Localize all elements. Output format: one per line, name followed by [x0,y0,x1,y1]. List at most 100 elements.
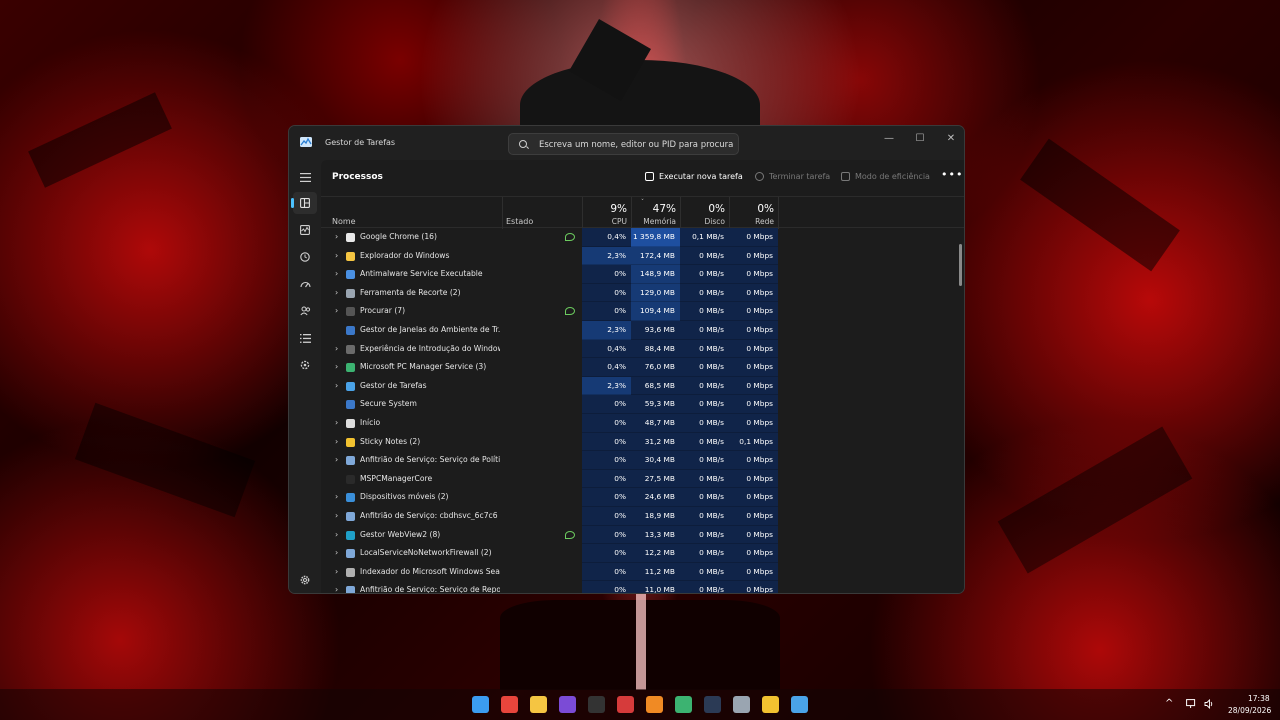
column-header-name[interactable]: Nome [332,217,356,226]
close-button[interactable]: ✕ [938,130,964,148]
show-hidden-icons-button[interactable]: ^ [1165,698,1173,709]
github-icon[interactable] [588,696,605,713]
network-icon[interactable] [1186,699,1197,709]
expand-chevron-icon[interactable]: › [335,418,343,428]
expand-chevron-icon[interactable]: › [335,381,343,391]
disk-cell: 0 MB/s [680,451,729,470]
process-row[interactable]: › Anfitrião de Serviço: Serviço de Repo..… [321,581,964,594]
network-cell: 0 Mbps [729,283,778,303]
efficiency-leaf-icon [565,233,575,241]
disk-cell: 0 MB/s [680,525,729,545]
expand-chevron-icon[interactable]: › [335,530,343,540]
run-new-task-label: Executar nova tarefa [659,172,743,181]
chrome-icon[interactable] [501,696,518,713]
process-row[interactable]: › Google Chrome (16) 0,4% 1 359,8 MB 0,1 MB/… [321,228,964,247]
process-row[interactable]: › Microsoft PC Manager Service (3) 0,4% 76,… [321,358,964,377]
process-row[interactable]: MSPCManagerCore 0% 27,5 MB 0 MB/s 0 Mbps [321,469,964,489]
nav-services[interactable] [293,354,317,376]
memory-cell: 68,5 MB [631,376,680,396]
app-purple-icon[interactable] [559,696,576,713]
efficiency-mode-button[interactable]: Modo de eficiência [841,172,930,181]
process-name: LocalServiceNoNetworkFirewall (2) [360,548,492,558]
nav-settings[interactable] [293,569,317,591]
expand-chevron-icon[interactable]: › [335,437,343,447]
terminal-icon[interactable] [704,696,721,713]
maximize-button[interactable]: ☐ [907,130,933,148]
windows-start-icon[interactable] [472,696,489,713]
app-green-icon[interactable] [675,696,692,713]
process-name: Procurar (7) [360,306,406,316]
network-cell: 0 Mbps [729,414,778,433]
expand-chevron-icon[interactable]: › [335,269,343,279]
minimize-button[interactable]: — [876,130,902,148]
clock-date[interactable]: 28/09/2026 [1228,706,1271,715]
process-row[interactable]: › Gestor WebView2 (8) 0% 13,3 MB 0 MB/s 0 Mbp… [321,525,964,545]
process-row[interactable]: › Explorador do Windows 2,3% 172,4 MB 0 MB/s… [321,246,964,266]
process-row[interactable]: › Anfitrião de Serviço: Serviço de Políti… [321,451,964,470]
wallpaper-shard [1020,138,1180,272]
file-explorer-icon[interactable] [530,696,547,713]
app-red-icon[interactable] [617,696,634,713]
more-options-button[interactable]: ••• [941,168,963,181]
expand-chevron-icon[interactable]: › [335,548,343,558]
search-input[interactable] [539,137,734,152]
network-cell: 0 Mbps [729,562,778,582]
expand-chevron-icon[interactable]: › [335,511,343,521]
process-row[interactable]: Gestor de Janelas do Ambiente de Tr... 2,… [321,321,964,340]
process-row[interactable]: › Ferramenta de Recorte (2) 0% 129,0 MB 0 MB… [321,283,964,303]
process-row[interactable]: › Antimalware Service Executable 0% 148,9 M… [321,265,964,284]
expand-chevron-icon[interactable]: › [335,567,343,577]
clock-time[interactable]: 17:38 [1248,694,1270,703]
vertical-scrollbar[interactable] [959,244,962,286]
task-manager-icon[interactable] [791,696,808,713]
nav-performance[interactable] [293,219,317,241]
process-row[interactable]: › Anfitrião de Serviço: cbdhsvc_6c7c6 0% 18… [321,507,964,526]
process-row[interactable]: › Sticky Notes (2) 0% 31,2 MB 0 MB/s 0,1 Mbps [321,432,964,452]
cpu-cell: 0% [582,525,631,545]
expand-chevron-icon[interactable]: › [335,455,343,465]
column-header-status[interactable]: Estado [506,217,533,226]
cpu-cell: 0% [582,469,631,489]
expand-chevron-icon[interactable]: › [335,344,343,354]
network-cell: 0 Mbps [729,488,778,507]
column-divider[interactable] [778,197,779,229]
network-cell: 0 Mbps [729,246,778,266]
nav-processes[interactable] [291,192,317,214]
run-new-task-button[interactable]: Executar nova tarefa [645,172,743,181]
process-row[interactable]: › Gestor de Tarefas 2,3% 68,5 MB 0 MB/s 0 Mbp… [321,376,964,396]
process-row[interactable]: › LocalServiceNoNetworkFirewall (2) 0% 12,2… [321,544,964,563]
title-bar[interactable]: Gestor de Tarefas — ☐ ✕ [289,126,964,160]
sticky-notes-icon[interactable] [762,696,779,713]
network-label: Rede [755,217,774,226]
process-name: Sticky Notes (2) [360,436,421,446]
process-row[interactable]: › Indexador do Microsoft Windows Sea... 0%… [321,562,964,582]
column-divider[interactable] [502,197,503,229]
nav-app-history[interactable] [293,246,317,268]
volume-icon[interactable] [1204,699,1214,709]
process-name: Gestor WebView2 (8) [360,529,441,539]
expand-chevron-icon[interactable]: › [335,492,343,502]
process-row[interactable]: › Dispositivos móveis (2) 0% 24,6 MB 0 MB/s 0… [321,488,964,507]
process-icon [346,512,355,521]
nav-users[interactable] [293,300,317,322]
process-row[interactable]: › Início 0% 48,7 MB 0 MB/s 0 Mbps [321,414,964,433]
end-task-button[interactable]: Terminar tarefa [755,172,830,181]
expand-chevron-icon[interactable]: › [335,251,343,261]
process-row[interactable]: › Experiência de Introdução do Windows 0,4… [321,339,964,359]
network-cell: 0 Mbps [729,469,778,489]
process-row[interactable]: Secure System 0% 59,3 MB 0 MB/s 0 Mbps [321,395,964,414]
search-box[interactable] [508,133,739,155]
expand-chevron-icon[interactable]: › [335,232,343,242]
disk-cell: 0 MB/s [680,581,729,593]
app-orange-icon[interactable] [646,696,663,713]
expand-chevron-icon[interactable]: › [335,585,343,593]
expand-chevron-icon[interactable]: › [335,362,343,372]
expand-chevron-icon[interactable]: › [335,306,343,316]
hamburger-menu-button[interactable] [293,166,317,188]
process-name: Anfitrião de Serviço: Serviço de Repo... [360,585,500,594]
pen-icon[interactable] [733,696,750,713]
expand-chevron-icon[interactable]: › [335,288,343,298]
process-row[interactable]: › Procurar (7) 0% 109,4 MB 0 MB/s 0 Mbps [321,302,964,321]
nav-startup-apps[interactable] [293,273,317,295]
nav-details[interactable] [293,327,317,349]
